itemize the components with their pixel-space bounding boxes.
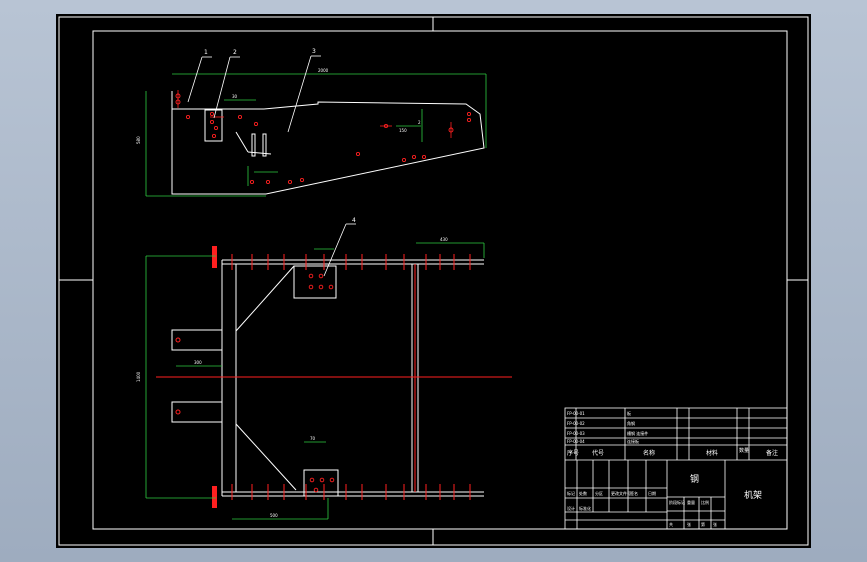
sign-row-cell: 标记: [567, 490, 575, 496]
stage-row-cell: 阶段标记: [669, 499, 685, 505]
part-code-4: FP-00-04: [567, 439, 585, 444]
sheet-row-cell: 第: [701, 521, 705, 527]
drawing-name: 机架: [744, 489, 762, 501]
header-code: 代号: [592, 449, 604, 457]
material-big: 钢: [690, 473, 699, 485]
approve-row-cell: 标准化: [579, 505, 591, 511]
dim-plan-bottom: 500: [270, 513, 278, 518]
sign-row-cell: 更改文件号: [611, 490, 631, 496]
balloon-1: 1: [204, 49, 208, 56]
header-remark: 备注: [766, 449, 778, 457]
dim-small-a: 30: [232, 94, 238, 99]
cad-drawing: 2000 580 2 150 30 430 1400 300 500 70 1 …: [58, 16, 809, 546]
balloon-4: 4: [352, 217, 356, 224]
outer-frame: [58, 16, 809, 546]
part-name-4: 连接板: [627, 438, 639, 444]
part-name-2: 角钢: [627, 420, 635, 426]
centering-marks: [59, 17, 808, 545]
part-code-1: FP-00-01: [567, 411, 585, 416]
header-seq: 序号: [567, 449, 579, 457]
sign-row-cell: 处数: [579, 490, 587, 496]
inner-frame: [92, 30, 788, 530]
part-name-1: 板: [627, 410, 631, 416]
dim-plan-top-right: 430: [440, 237, 448, 242]
part-balloons: 1 2 3 4: [204, 48, 356, 224]
sheet-row-cell: 张: [713, 521, 717, 527]
approve-row-cell: 设计: [567, 505, 575, 511]
stage-row: 阶段标记 重量 比例: [669, 499, 709, 505]
sheet-row: 共张第张: [669, 521, 717, 527]
approve-row: 设计 标准化: [567, 505, 591, 511]
drawing-viewport[interactable]: 2000 580 2 150 30 430 1400 300 500 70 1 …: [56, 14, 811, 548]
dim-plan-bottom-small: 70: [310, 436, 316, 441]
dim-plan-left-height: 1400: [136, 371, 141, 382]
dimension-labels: 2000 580 2 150 30 430 1400 300 500 70: [136, 68, 448, 518]
plan-view: [145, 223, 512, 520]
sheet-row-cell: 张: [687, 521, 691, 527]
sheet-row-cell: 共: [669, 521, 673, 527]
stage-row-cell: 重量: [687, 499, 695, 505]
sign-row: 标记 处数 分区 更改文件号 签名 日期: [567, 490, 656, 496]
dim-right-a: 2: [418, 120, 421, 125]
header-material: 材料: [706, 449, 718, 457]
stage-row-cell: 比例: [701, 499, 709, 505]
sign-row-cell: 分区: [595, 490, 603, 496]
header-qty: 数量: [739, 447, 749, 454]
part-code-3: FP-00-03: [567, 431, 585, 436]
elevation-view: [145, 55, 487, 197]
sign-row-cell: 签名: [630, 490, 638, 496]
sign-row-cell: 日期: [648, 490, 656, 496]
dim-plan-bracket-width: 300: [194, 360, 202, 365]
part-name-3: 槽钢 连接件: [627, 430, 648, 436]
part-code-2: FP-00-02: [567, 421, 585, 426]
dim-left-height: 580: [136, 136, 141, 144]
balloon-3: 3: [312, 48, 316, 55]
balloon-2: 2: [233, 49, 237, 56]
header-name: 名称: [643, 449, 655, 457]
dim-top-overall: 2000: [318, 68, 329, 73]
dim-right-b: 150: [399, 128, 407, 133]
title-block: [564, 407, 788, 530]
